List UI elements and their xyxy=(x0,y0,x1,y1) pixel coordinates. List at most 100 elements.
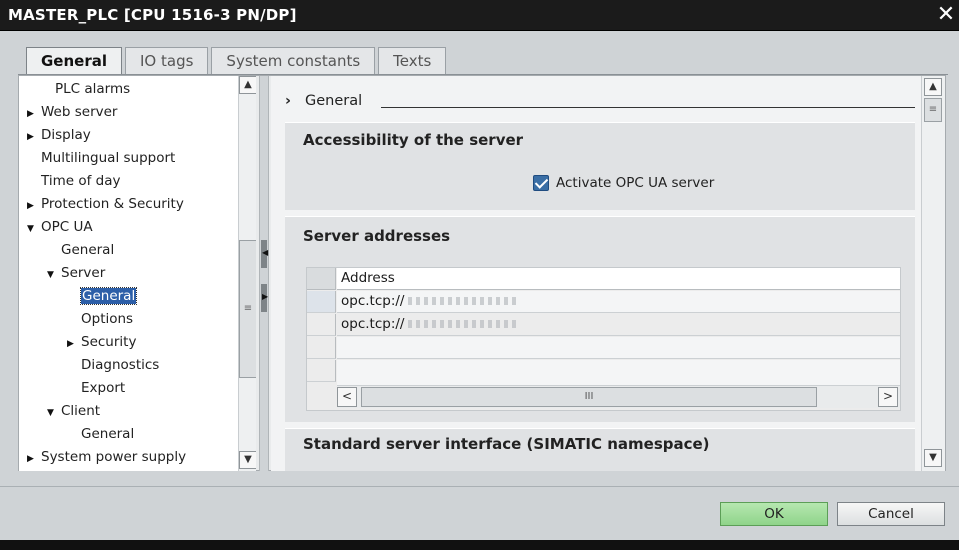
breadcrumb-rule xyxy=(381,107,915,108)
close-icon[interactable]: ✕ xyxy=(935,3,957,27)
scroll-down-icon[interactable]: ▼ xyxy=(239,451,256,469)
tree-item-server[interactable]: ▼ Server xyxy=(47,262,105,285)
section-title: Standard server interface (SIMATIC names… xyxy=(303,435,710,453)
cancel-button[interactable]: Cancel xyxy=(837,502,945,526)
table-row-empty[interactable] xyxy=(337,337,900,359)
row-selector[interactable] xyxy=(307,337,336,359)
tree-scroll-thumb[interactable]: ≡ xyxy=(239,240,256,378)
tree-item-label: Server xyxy=(61,265,106,281)
content-scrollbar[interactable]: ▲ ≡ ▼ xyxy=(921,76,945,471)
scroll-left-icon[interactable]: < xyxy=(337,387,357,407)
tree-item-multilingual-support[interactable]: Multilingual support xyxy=(27,147,175,170)
window-title: MASTER_PLC [CPU 1516-3 PN/DP] xyxy=(8,6,297,24)
dialog-body: General IO tags System constants Texts P… xyxy=(0,31,959,486)
expand-right-icon[interactable]: ▶ xyxy=(261,284,268,312)
content-scroll-thumb[interactable]: ≡ xyxy=(924,98,942,122)
chevron-right-icon: › xyxy=(285,93,291,109)
tree-item-label: System power supply xyxy=(41,449,187,465)
tree-item-label: General xyxy=(61,242,115,258)
horizontal-scroll-thumb[interactable]: III xyxy=(361,387,817,407)
tab-system-constants[interactable]: System constants xyxy=(211,47,376,74)
tree-item-time-of-day[interactable]: Time of day xyxy=(27,170,120,193)
tree-item-label: General xyxy=(79,287,138,305)
tab-strip: General IO tags System constants Texts xyxy=(26,47,449,76)
bottom-edge xyxy=(0,540,959,550)
collapse-left-icon[interactable]: ◀ xyxy=(261,240,268,268)
expand-arrow-icon[interactable]: ▶ xyxy=(67,333,81,355)
section-accessibility: Accessibility of the server Activate OPC… xyxy=(285,122,915,210)
tree-item-label: Diagnostics xyxy=(81,357,160,373)
breadcrumb: › General xyxy=(285,93,362,109)
navigation-tree: PLC alarms ▶ Web server ▶ Display Multilin… xyxy=(19,76,256,471)
breadcrumb-label: General xyxy=(304,93,363,109)
table-row[interactable]: opc.tcp:// xyxy=(337,314,900,336)
tree-item-options[interactable]: Options xyxy=(67,308,133,331)
collapse-arrow-icon[interactable]: ▼ xyxy=(27,218,41,240)
column-header-address: Address xyxy=(337,268,900,290)
scroll-down-icon[interactable]: ▼ xyxy=(924,449,942,467)
activate-opc-ua-checkbox[interactable] xyxy=(533,175,549,191)
dialog-footer: OK Cancel xyxy=(0,486,959,540)
tree-item-label: Options xyxy=(81,311,134,327)
collapse-arrow-icon[interactable]: ▼ xyxy=(47,402,61,424)
tree-item-diagnostics[interactable]: Diagnostics xyxy=(67,354,159,377)
section-title: Server addresses xyxy=(303,227,451,245)
redacted-text xyxy=(408,297,519,305)
tree-item-label: General xyxy=(81,426,135,442)
tree-item-label: Export xyxy=(81,380,126,396)
tree-item-label: Client xyxy=(61,403,101,419)
tree-item-client[interactable]: ▼ Client xyxy=(47,400,100,423)
section-server-addresses: Server addresses Address opc.tcp:// opc.… xyxy=(285,216,915,422)
content-pane: › General Accessibility of the server Act… xyxy=(271,76,927,471)
address-value: opc.tcp:// xyxy=(341,293,405,309)
properties-frame: PLC alarms ▶ Web server ▶ Display Multilin… xyxy=(18,75,946,471)
tree-item-label: Display xyxy=(41,127,91,143)
row-selector[interactable] xyxy=(307,360,336,382)
tree-item-label: OPC UA xyxy=(41,219,93,235)
tab-texts[interactable]: Texts xyxy=(378,47,447,74)
tree-item-web-server[interactable]: ▶ Web server xyxy=(27,101,117,124)
tree-item-security[interactable]: ▶ Security xyxy=(67,331,136,354)
tree-item-client-general[interactable]: General xyxy=(67,423,134,446)
address-table: Address opc.tcp:// opc.tcp:// < III > xyxy=(306,267,901,411)
collapse-arrow-icon[interactable]: ▼ xyxy=(47,264,61,286)
row-selector[interactable] xyxy=(307,314,336,336)
section-standard-interface: Standard server interface (SIMATIC names… xyxy=(285,428,915,471)
tree-item-plc-alarms[interactable]: PLC alarms xyxy=(41,78,130,101)
tree-item-display[interactable]: ▶ Display xyxy=(27,124,91,147)
tree-item-label: Time of day xyxy=(41,173,121,189)
address-value: opc.tcp:// xyxy=(341,316,405,332)
tree-item-server-general[interactable]: General xyxy=(67,285,138,308)
scroll-right-icon[interactable]: > xyxy=(878,387,898,407)
table-horizontal-scrollbar[interactable]: < III > xyxy=(337,386,900,408)
expand-arrow-icon[interactable]: ▶ xyxy=(27,448,41,470)
pane-splitter[interactable]: ◀ ▶ xyxy=(259,76,269,471)
tree-item-opc-ua[interactable]: ▼ OPC UA xyxy=(27,216,93,239)
tree-item-label: Multilingual support xyxy=(41,150,176,166)
tree-item-label: Protection & Security xyxy=(41,196,184,212)
row-selector[interactable] xyxy=(307,291,336,313)
checkbox-label: Activate OPC UA server xyxy=(556,175,715,191)
tab-io-tags[interactable]: IO tags xyxy=(125,47,209,74)
scroll-up-icon[interactable]: ▲ xyxy=(924,78,942,96)
tree-item-label: Security xyxy=(81,334,137,350)
tree-item-protection-security[interactable]: ▶ Protection & Security xyxy=(27,193,184,216)
redacted-text xyxy=(408,320,519,328)
section-title: Accessibility of the server xyxy=(303,131,524,149)
expand-arrow-icon[interactable]: ▶ xyxy=(27,103,41,125)
title-bar: MASTER_PLC [CPU 1516-3 PN/DP] ✕ xyxy=(0,0,959,31)
tree-item-opc-ua-general[interactable]: General xyxy=(47,239,114,262)
table-corner xyxy=(307,268,336,290)
tree-item-system-power-supply[interactable]: ▶ System power supply xyxy=(27,446,186,469)
table-row[interactable]: opc.tcp:// xyxy=(337,291,900,313)
expand-arrow-icon[interactable]: ▶ xyxy=(27,126,41,148)
tree-scrollbar[interactable]: ▲ ≡ ▼ xyxy=(238,76,256,471)
scroll-up-icon[interactable]: ▲ xyxy=(239,76,256,94)
tab-general[interactable]: General xyxy=(26,47,122,76)
tree-item-label: PLC alarms xyxy=(55,81,131,97)
tree-item-export[interactable]: Export xyxy=(67,377,125,400)
ok-button[interactable]: OK xyxy=(720,502,828,526)
tree-item-label: Web server xyxy=(41,104,118,120)
table-row-empty[interactable] xyxy=(337,360,900,386)
expand-arrow-icon[interactable]: ▶ xyxy=(27,195,41,217)
